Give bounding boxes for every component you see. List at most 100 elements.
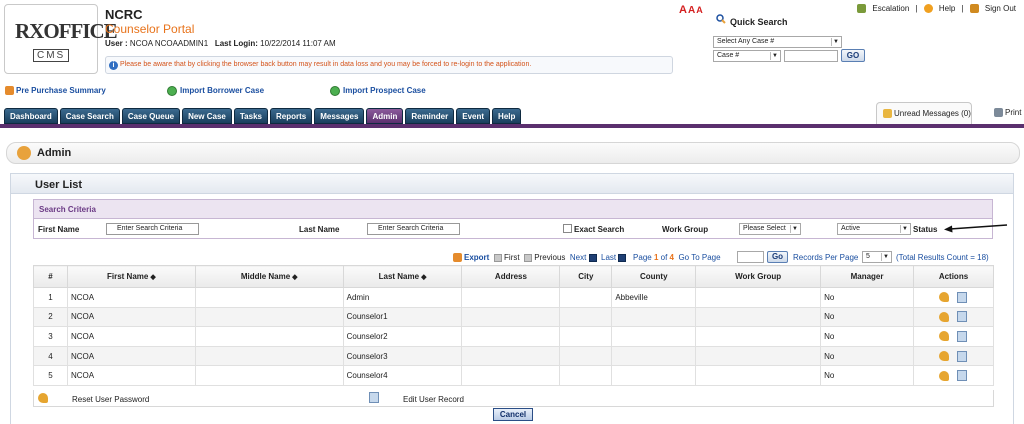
cell-middle	[194, 287, 344, 308]
page-title: Admin	[37, 147, 72, 159]
sort-icon: ◆	[292, 274, 298, 281]
escalation-link[interactable]: Escalation	[857, 4, 909, 14]
pre-purchase-summary-link[interactable]: Pre Purchase Summary	[5, 86, 106, 96]
cell-county	[611, 326, 697, 347]
org-name: NCRC	[105, 7, 143, 22]
tab-help[interactable]: Help	[492, 108, 522, 124]
font-large[interactable]: A	[679, 4, 688, 16]
cell-manager: No	[820, 365, 914, 386]
font-medium[interactable]: A	[688, 5, 696, 16]
first-name-input[interactable]: Enter Search Criteria	[106, 223, 199, 235]
total-results: (Total Results Count = 18)	[896, 253, 989, 262]
last-name-label: Last Name	[299, 225, 340, 234]
previous-page-button[interactable]: Previous	[524, 253, 565, 262]
goto-page-input[interactable]	[737, 251, 764, 263]
cell-last: Admin	[342, 287, 463, 308]
col-actions: Actions	[912, 265, 995, 288]
main-tabs: Dashboard Case Search Case Queue New Case Ta…	[4, 108, 522, 124]
cell-manager: No	[820, 326, 914, 347]
reset-password-key-icon[interactable]	[939, 370, 950, 381]
admin-header: Admin	[6, 142, 1020, 164]
cell-manager: No	[820, 306, 914, 328]
work-group-select[interactable]: Please Select ▼	[739, 223, 801, 235]
top-links: Escalation | Help | Sign Out	[853, 4, 1016, 14]
tab-new-case[interactable]: New Case	[182, 108, 232, 124]
last-page-button[interactable]: Last	[601, 253, 627, 262]
help-link[interactable]: Help	[923, 4, 955, 14]
import-borrower-link[interactable]: Import Borrower Case	[167, 86, 264, 96]
print-link[interactable]: Print	[994, 108, 1021, 118]
reset-password-key-icon[interactable]	[939, 351, 950, 362]
tab-admin[interactable]: Admin	[366, 108, 404, 124]
table-row: 3 NCOA Counselor2 No	[33, 326, 995, 347]
edit-record-icon[interactable]	[957, 330, 968, 342]
tab-dashboard[interactable]: Dashboard	[4, 108, 58, 124]
case-field-select[interactable]: Case # ▼	[713, 50, 781, 62]
reset-password-key-icon[interactable]	[939, 292, 950, 303]
cell-num: 3	[33, 326, 68, 347]
col-address: Address	[461, 265, 561, 288]
edit-record-icon[interactable]	[957, 291, 968, 303]
cell-group	[695, 326, 822, 347]
tab-reports[interactable]: Reports	[269, 108, 313, 124]
logo-text: RXOFFICE	[15, 19, 118, 43]
tab-case-queue[interactable]: Case Queue	[121, 108, 181, 124]
export-button[interactable]: Export	[453, 253, 489, 263]
cell-middle	[194, 326, 344, 347]
cell-first: NCOA	[66, 287, 196, 308]
cell-city	[559, 345, 613, 367]
help-icon	[923, 4, 933, 14]
last-name-input[interactable]: Enter Search Criteria	[367, 223, 460, 235]
import-prospect-link[interactable]: Import Prospect Case	[330, 86, 426, 96]
font-small[interactable]: A	[696, 5, 704, 15]
cell-first: NCOA	[66, 326, 196, 347]
col-last-name[interactable]: Last Name ◆	[342, 265, 463, 288]
tab-event[interactable]: Event	[456, 108, 491, 124]
next-page-button[interactable]: Next	[570, 253, 597, 262]
cell-num: 4	[33, 345, 68, 367]
tab-messages[interactable]: Messages	[314, 108, 365, 124]
key-icon	[38, 393, 48, 403]
cancel-button[interactable]: Cancel	[493, 408, 533, 421]
chevron-down-icon: ▼	[790, 225, 799, 233]
tab-case-search[interactable]: Case Search	[59, 108, 120, 124]
quick-search-input[interactable]	[784, 50, 838, 62]
reset-password-key-icon[interactable]	[939, 331, 950, 342]
signout-link[interactable]: Sign Out	[969, 4, 1016, 14]
cell-first: NCOA	[66, 345, 196, 367]
status-select[interactable]: Active ▼	[837, 223, 911, 235]
cell-num: 5	[33, 365, 68, 386]
admin-user-icon	[17, 146, 31, 160]
cell-first: NCOA	[66, 306, 196, 328]
edit-record-icon[interactable]	[957, 350, 968, 362]
unread-messages-tab[interactable]: Unread Messages (0)	[876, 102, 972, 124]
cell-actions	[912, 326, 995, 347]
col-first-name[interactable]: First Name ◆	[66, 265, 196, 288]
logo-subtext: CMS	[33, 49, 70, 62]
actions-legend: Reset User Password Edit User Record	[33, 390, 994, 407]
cell-county: Abbeville	[611, 287, 697, 308]
font-size-controls[interactable]: AAA	[679, 4, 704, 16]
edit-record-icon[interactable]	[957, 370, 968, 382]
case-type-select[interactable]: Select Any Case # ▼	[713, 36, 842, 48]
exact-search-checkbox[interactable]	[563, 224, 572, 233]
records-per-page-select[interactable]: 5 ▼	[862, 251, 892, 263]
tab-reminder[interactable]: Reminder	[405, 108, 455, 124]
table-row: 1 NCOA Admin Abbeville No	[33, 287, 995, 308]
edit-record-icon[interactable]	[957, 311, 968, 323]
quick-search-go-button[interactable]: GO	[841, 49, 865, 62]
search-criteria-title: Search Criteria	[39, 205, 96, 214]
import-icon	[167, 86, 177, 96]
chevron-down-icon: ▼	[770, 52, 779, 60]
cell-city	[559, 306, 613, 328]
col-middle-name[interactable]: Middle Name ◆	[194, 265, 344, 288]
col-city: City	[559, 265, 613, 288]
quick-search-title: Quick Search	[730, 17, 788, 27]
cell-last: Counselor2	[342, 326, 463, 347]
reset-password-key-icon[interactable]	[939, 311, 950, 322]
pager: Export First Previous Next Last Page 1 o…	[453, 253, 721, 263]
tab-tasks[interactable]: Tasks	[233, 108, 268, 124]
export-icon	[453, 253, 462, 263]
goto-page-button[interactable]: Go	[767, 251, 788, 263]
first-page-button[interactable]: First	[493, 253, 520, 262]
